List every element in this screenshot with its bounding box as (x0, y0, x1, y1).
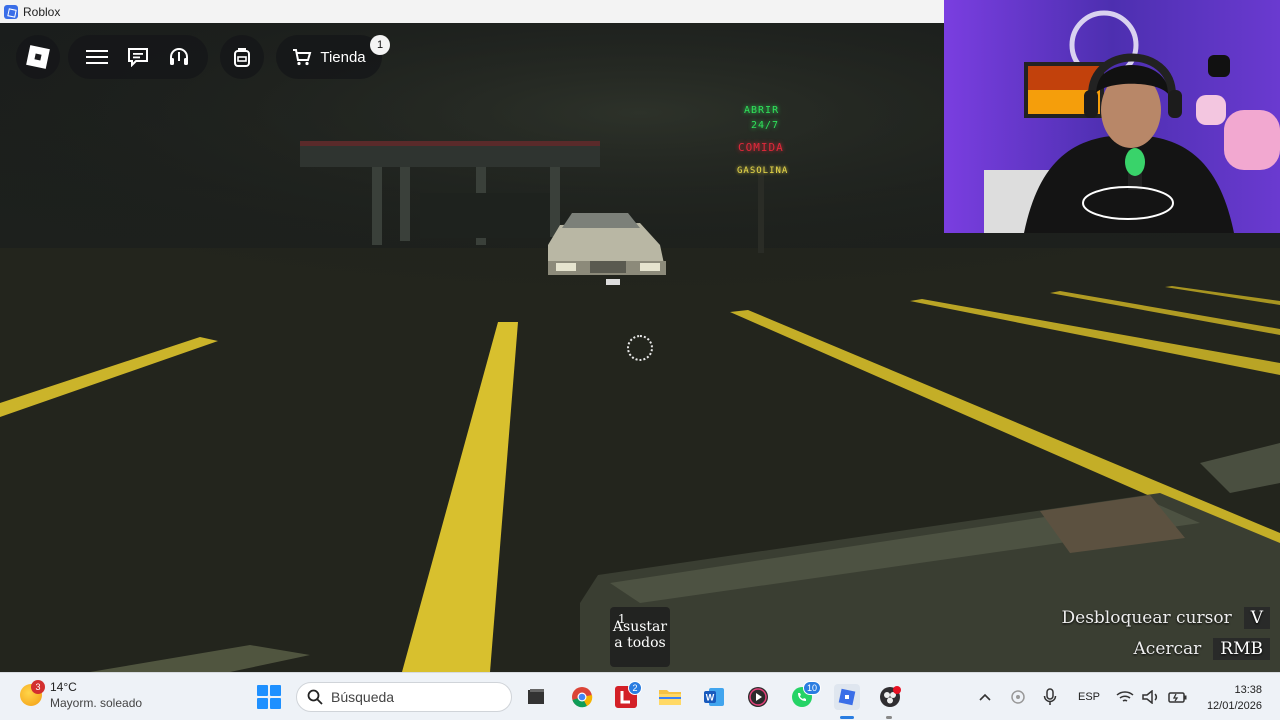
shop-button[interactable]: Tienda (276, 35, 382, 79)
clock-date: 12/01/2026 (1206, 700, 1262, 712)
start-button[interactable] (257, 685, 281, 709)
media-player-icon[interactable] (746, 685, 770, 709)
tray-app-icon[interactable] (1010, 673, 1026, 720)
file-explorer-icon[interactable] (658, 685, 682, 709)
roblox-topbar-group (68, 35, 208, 79)
crosshair (627, 335, 653, 361)
ability-slot-number: 1 (618, 612, 626, 626)
shop-badge: 1 (370, 35, 390, 55)
backpack-button[interactable] (220, 35, 264, 79)
volume-icon (1142, 690, 1158, 704)
window-title: Roblox (23, 4, 61, 19)
hint-text: Desbloquear cursor (1061, 608, 1232, 628)
shop-label: Tienda (320, 48, 366, 66)
word-icon[interactable]: W (702, 685, 726, 709)
network-sound-battery-group[interactable] (1116, 673, 1188, 720)
sign-food: COMIDA (738, 141, 784, 154)
screen: Roblox ABRIR 24/7 COMIDA GASOLINA 1 Asus… (0, 0, 1280, 720)
tray-overflow-icon[interactable] (978, 673, 992, 720)
ability-label-line2: a todos (614, 635, 666, 651)
whatsapp-badge: 10 (803, 681, 821, 695)
weather-badge: 3 (31, 680, 45, 694)
svg-text:W: W (706, 693, 715, 703)
chat-icon[interactable] (122, 41, 154, 73)
obs-running-indicator (886, 716, 892, 719)
shopping-cart-icon (293, 49, 312, 66)
chrome-icon[interactable] (570, 685, 594, 709)
hamburger-menu-icon[interactable] (81, 41, 113, 73)
sign-open: ABRIR (744, 105, 780, 116)
file-manager-icon[interactable] (524, 685, 548, 709)
taskbar-search[interactable]: Búsqueda (296, 682, 512, 712)
roblox-menu-button[interactable] (16, 35, 60, 79)
webcam-image (944, 0, 1280, 233)
obs-icon[interactable] (878, 685, 902, 709)
ability-scare-all-button[interactable]: 1 Asustar a todos (610, 607, 670, 667)
backpack-icon (234, 48, 250, 67)
wifi-icon (1116, 691, 1134, 702)
search-icon (307, 689, 323, 705)
hint-key: V (1243, 607, 1270, 629)
hint-key: RMB (1213, 638, 1270, 660)
window-titlebar[interactable]: Roblox (0, 0, 944, 23)
roblox-active-indicator (840, 716, 854, 719)
search-placeholder: Búsqueda (331, 689, 395, 705)
roblox-icon[interactable] (834, 684, 860, 710)
weather-temperature: 14°C (50, 680, 77, 694)
windows-logo-icon (257, 685, 268, 696)
roblox-logo-icon (26, 45, 50, 69)
sign-24-7: 24/7 (751, 120, 780, 131)
roblox-app-icon (4, 4, 18, 19)
l-app-badge: 2 (628, 681, 642, 695)
weather-condition: Mayorm. soleado (50, 696, 143, 710)
clock-time: 13:38 (1234, 684, 1262, 696)
sign-gas: GASOLINA (737, 166, 789, 176)
hint-zoom: Acercar RMB (1134, 638, 1270, 660)
microphone-icon[interactable] (1043, 673, 1057, 720)
taskbar: 14°C Mayorm. soleado 3 Búsqueda 2 W 10 E… (0, 672, 1280, 720)
headset-icon[interactable] (163, 41, 195, 73)
language-indicator[interactable]: ESP (1078, 673, 1100, 720)
system-clock[interactable]: 13:38 12/01/2026 (1196, 682, 1262, 714)
webcam-overlay (944, 0, 1280, 233)
hint-text: Acercar (1133, 639, 1202, 659)
battery-icon (1168, 692, 1187, 703)
hint-unlock-cursor: Desbloquear cursor V (1061, 607, 1270, 629)
